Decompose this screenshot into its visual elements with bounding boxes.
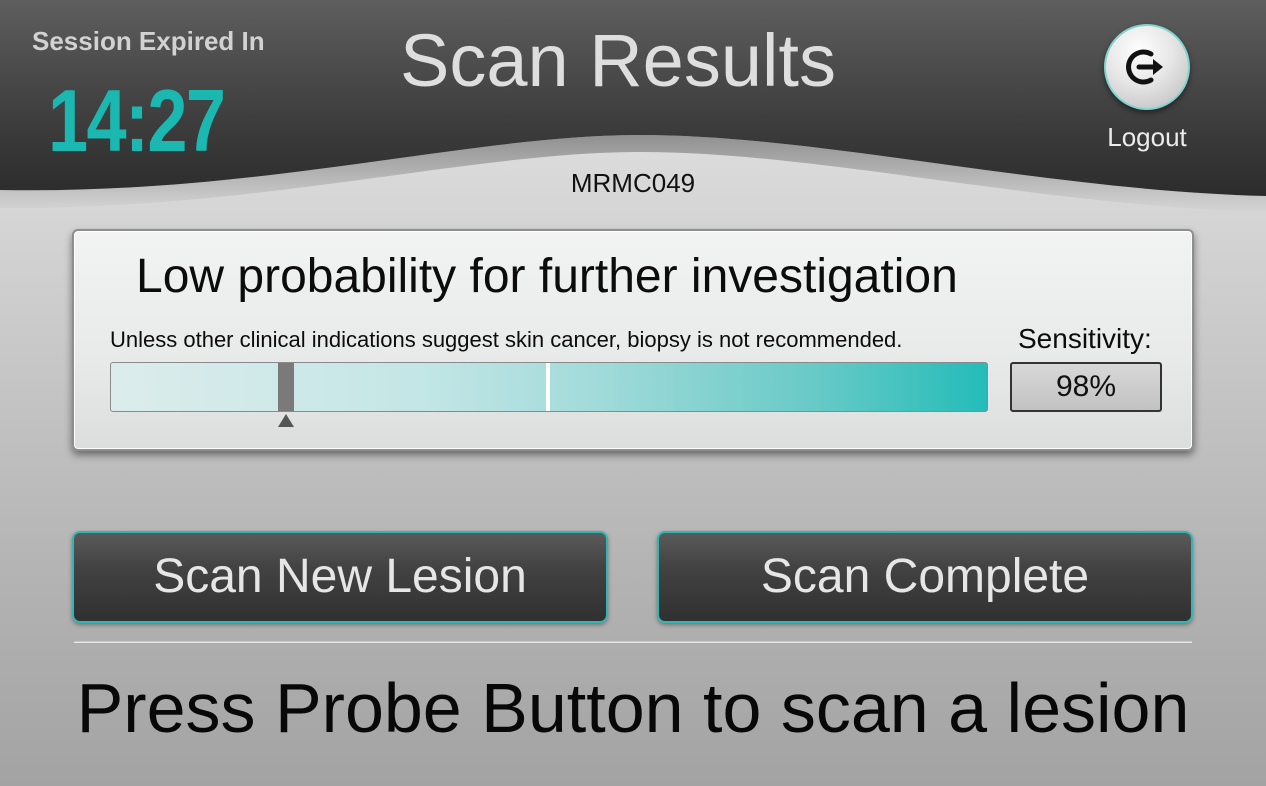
probability-score-marker	[278, 363, 294, 411]
divider	[74, 641, 1192, 643]
probe-instruction: Press Probe Button to scan a lesion	[76, 669, 1190, 747]
scan-complete-button[interactable]: Scan Complete	[657, 531, 1193, 623]
logout-button[interactable]	[1104, 24, 1190, 110]
session-expiry-label: Session Expired In	[32, 26, 265, 56]
probability-threshold-line	[546, 363, 550, 411]
session-timer: 14:27	[48, 71, 226, 170]
probability-pointer-icon	[278, 414, 294, 427]
logout-label: Logout	[1107, 122, 1187, 152]
result-note: Unless other clinical indications sugges…	[110, 327, 903, 352]
result-headline: Low probability for further investigatio…	[136, 250, 958, 303]
patient-id: MRMC049	[570, 168, 696, 198]
probability-bar	[110, 362, 988, 427]
page-title: Scan Results	[400, 19, 836, 102]
sensitivity-value: 98%	[1010, 362, 1162, 412]
logout-icon	[1126, 49, 1163, 85]
scan-new-lesion-button[interactable]: Scan New Lesion	[72, 531, 608, 623]
result-panel: Low probability for further investigatio…	[72, 229, 1194, 451]
sensitivity-label: Sensitivity:	[1018, 323, 1152, 354]
